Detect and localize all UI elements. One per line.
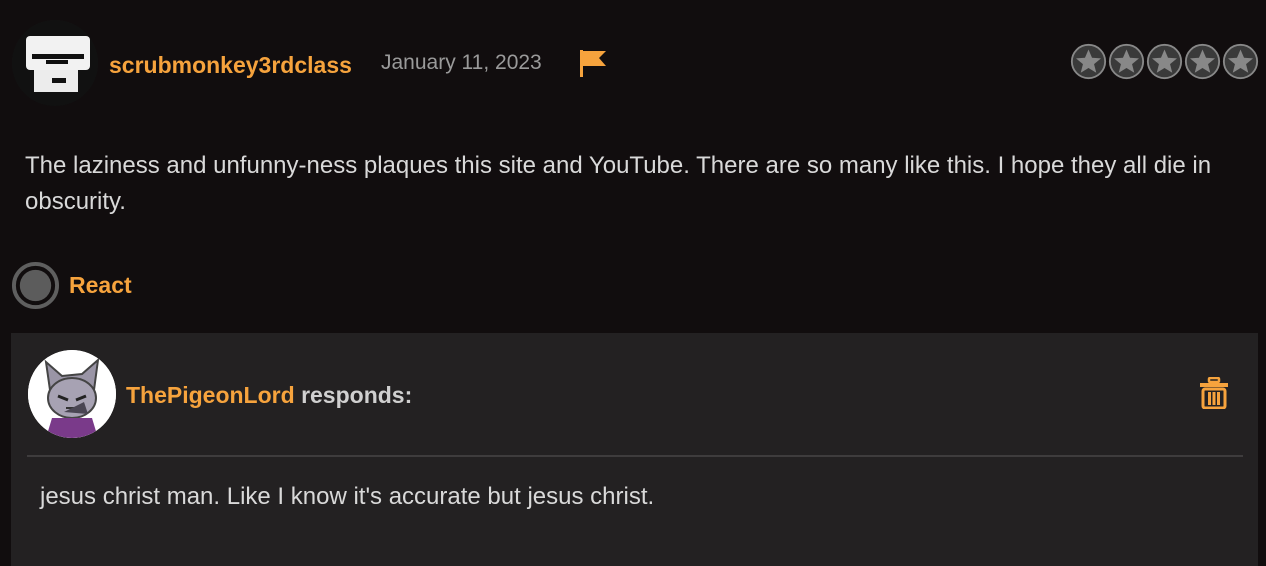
response-panel: ThePigeonLord responds: jesus christ man…	[11, 333, 1258, 566]
flag-icon[interactable]	[578, 48, 608, 78]
response-avatar[interactable]	[28, 350, 116, 438]
star-icon[interactable]	[1108, 43, 1145, 80]
comment-username[interactable]: scrubmonkey3rdclass	[109, 52, 352, 79]
comment-text: The laziness and unfunny-ness plaques th…	[25, 152, 1212, 215]
response-heading: ThePigeonLord responds:	[126, 382, 412, 409]
react-button[interactable]: React	[11, 260, 132, 310]
comment-header: scrubmonkey3rdclass January 11, 2023	[0, 0, 1266, 125]
response-divider	[27, 455, 1243, 457]
react-label: React	[69, 271, 132, 298]
masked-face-avatar-icon	[12, 20, 98, 106]
star-icon[interactable]	[1184, 43, 1221, 80]
react-circle-icon	[11, 261, 60, 309]
star-icon[interactable]	[1222, 43, 1259, 80]
response-text: jesus christ man. Like I know it's accur…	[40, 483, 655, 510]
cat-character-avatar-icon	[28, 350, 116, 438]
star-rating[interactable]	[1070, 43, 1259, 80]
star-icon[interactable]	[1070, 43, 1107, 80]
user-avatar[interactable]	[12, 20, 98, 106]
star-icon[interactable]	[1146, 43, 1183, 80]
comment-date: January 11, 2023	[381, 51, 542, 74]
response-verb: responds:	[301, 382, 413, 408]
trash-icon[interactable]	[1199, 377, 1229, 409]
response-username[interactable]: ThePigeonLord	[126, 382, 295, 408]
